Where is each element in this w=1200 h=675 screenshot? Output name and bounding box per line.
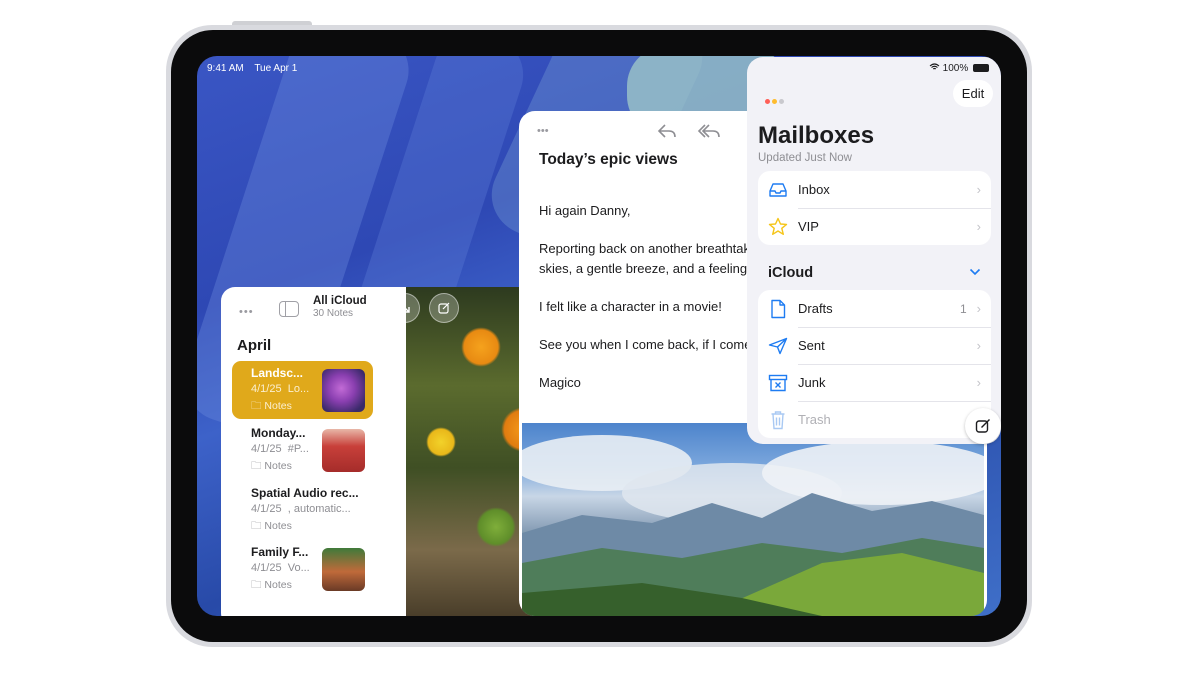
compose-mail-button[interactable] [965, 408, 1001, 444]
star-icon [767, 216, 789, 238]
favorites-group: Inbox › VIP › [758, 171, 991, 245]
tray-icon [767, 179, 789, 201]
mail-signature: Magico [539, 375, 581, 390]
compose-note-button[interactable] [429, 293, 459, 323]
notes-window: ••• All iCloud 30 Notes April Landsc... … [221, 287, 406, 616]
account-header[interactable]: iCloud [768, 265, 813, 281]
mail-body-line: Hi again Danny, [539, 203, 631, 218]
section-header: April [237, 337, 272, 354]
mountain-landscape [522, 435, 984, 616]
note-item[interactable]: Landsc... 4/1/25 Lo... 🗀 Notes [232, 361, 373, 419]
status-date: Tue Apr 1 [254, 63, 298, 74]
mail-body-line: See you when I come back, if I come [539, 337, 752, 352]
chevron-down-icon[interactable] [969, 267, 981, 279]
icloud-folders-group: Drafts 1 › Sent › Junk › Trash [758, 290, 991, 438]
mailbox-inbox[interactable]: Inbox › [758, 171, 991, 208]
mailbox-trash[interactable]: Trash 1 [758, 401, 991, 438]
mail-body-line: skies, a gentle breeze, and a feeling [539, 261, 748, 276]
status-time: 9:41 AM [207, 63, 244, 74]
mailbox-label: Junk [798, 375, 826, 390]
unread-count: 1 [959, 301, 967, 316]
mail-body-line: Reporting back on another breathtak [539, 241, 751, 256]
note-thumbnail [322, 548, 365, 591]
trash-icon [767, 409, 789, 431]
folder-count: 30 Notes [313, 308, 354, 319]
mailbox-label: Trash [798, 412, 831, 427]
mailbox-label: Drafts [798, 301, 833, 316]
mailbox-sent[interactable]: Sent › [758, 327, 991, 364]
note-title: Spatial Audio rec... [251, 486, 359, 500]
notes-folder-header: All iCloud 30 Notes [313, 295, 367, 319]
edit-button[interactable]: Edit [953, 80, 993, 107]
window-controls[interactable] [765, 91, 786, 109]
mailboxes-panel: 100% Edit Mailboxes Updated Just Now Inb… [747, 57, 1001, 444]
chevron-right-icon: › [976, 338, 981, 353]
mailbox-junk[interactable]: Junk › [758, 364, 991, 401]
note-item[interactable]: Monday... 4/1/25 #P... 🗀 Notes [232, 421, 373, 479]
paperplane-icon [767, 335, 789, 357]
chevron-right-icon: › [976, 219, 981, 234]
battery-icon [973, 64, 989, 73]
reply-all-icon[interactable] [697, 123, 721, 144]
collapse-button[interactable] [390, 293, 420, 323]
mailbox-vip[interactable]: VIP › [758, 208, 991, 245]
flower-image [461, 327, 501, 367]
battery-level: 100% [942, 63, 969, 74]
mailbox-drafts[interactable]: Drafts 1 › [758, 290, 991, 327]
note-folder: 🗀 Notes [251, 520, 292, 532]
flower-image [476, 507, 516, 547]
reply-icon[interactable] [657, 123, 677, 144]
update-status: Updated Just Now [758, 152, 852, 164]
notes-photo-view [406, 287, 536, 616]
mailbox-label: Inbox [798, 182, 830, 197]
note-thumbnail [322, 429, 365, 472]
note-item[interactable]: Family F... 4/1/25 Vo... 🗀 Notes [232, 540, 373, 598]
wifi-icon [929, 63, 943, 74]
mailbox-label: Sent [798, 338, 825, 353]
status-bar: 9:41 AM Tue Apr 1 [207, 63, 305, 74]
folder-title: All iCloud [313, 295, 367, 307]
chevron-right-icon: › [976, 182, 981, 197]
sidebar-toggle-icon[interactable] [279, 301, 299, 317]
ipad-screen: 9:41 AM Tue Apr 1 ••• All iCloud 30 Note… [197, 56, 1001, 616]
document-icon [767, 298, 789, 320]
arrow-icon [400, 303, 410, 313]
compose-icon [438, 302, 450, 314]
flower-image [426, 427, 456, 457]
mailbox-label: VIP [798, 219, 819, 234]
window-menu-dots[interactable]: ••• [537, 125, 549, 137]
note-item[interactable]: Spatial Audio rec... 4/1/25 , automatic.… [232, 481, 373, 539]
mail-subject: Today’s epic views [539, 151, 678, 168]
mail-body-line: I felt like a character in a movie! [539, 299, 722, 314]
page-title: Mailboxes [758, 122, 875, 149]
mail-attached-photo [522, 423, 984, 616]
chevron-right-icon: › [976, 301, 981, 316]
note-meta: 4/1/25 , automatic... [251, 503, 351, 515]
status-right: 100% [929, 63, 989, 74]
junk-icon [767, 372, 789, 394]
compose-icon [975, 419, 990, 433]
note-thumbnail [322, 369, 365, 412]
chevron-right-icon: › [976, 375, 981, 390]
window-menu-dots[interactable]: ••• [239, 306, 254, 318]
